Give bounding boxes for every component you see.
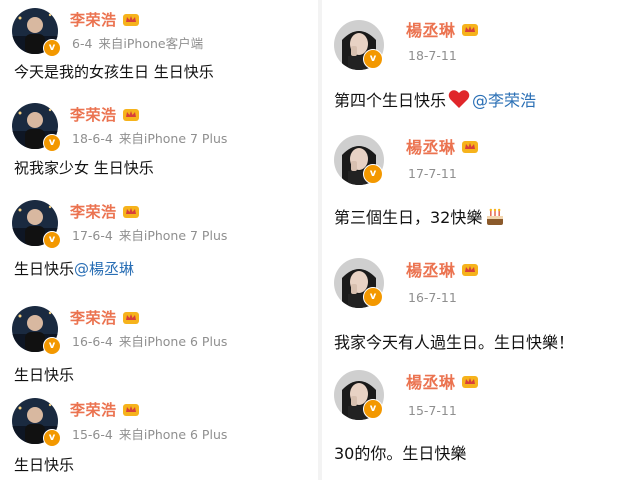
username[interactable]: 楊丞琳 [406, 17, 456, 41]
username[interactable]: 李荣浩 [70, 201, 117, 222]
post-text: 生日快乐 [14, 260, 75, 278]
verified-badge-icon: v [43, 39, 61, 57]
post-source: 来自iPhone 7 Plus [118, 228, 228, 243]
right-column-feed: v 楊丞琳 18-7-11 第四个生日快乐 @李荣浩 v 楊丞琳 17-7-11… [322, 0, 640, 480]
post-text: 生日快乐 [14, 366, 75, 384]
post-content: 生日快乐 [14, 454, 74, 475]
name-row: 李荣浩 [70, 306, 140, 328]
post-meta: 17-7-11 [408, 166, 463, 181]
avatar[interactable]: v [334, 20, 384, 70]
birthday-cake-icon [487, 208, 504, 225]
verified-badge-icon: v [363, 164, 383, 184]
post-date: 18-6-4 [72, 131, 113, 146]
avatar[interactable]: v [12, 200, 61, 249]
post-meta: 18-6-4 来自iPhone 7 Plus [72, 128, 227, 147]
crown-icon [122, 312, 139, 324]
name-row: 楊丞琳 [406, 370, 479, 392]
post-source: 来自iPhone 6 Plus [118, 427, 228, 442]
crown-icon [461, 141, 478, 153]
crown-icon [461, 24, 478, 36]
post-date: 16-7-11 [408, 290, 457, 305]
mention-link[interactable]: @李荣浩 [472, 87, 536, 111]
crown-icon [461, 264, 478, 276]
verified-badge-icon: v [363, 49, 383, 69]
username[interactable]: 李荣浩 [70, 307, 117, 328]
name-row: 李荣浩 [70, 200, 140, 222]
post-date: 18-7-11 [408, 48, 457, 63]
post-content: 祝我家少女 生日快乐 [14, 157, 154, 178]
post-content: 今天是我的女孩生日 生日快乐 [14, 61, 214, 82]
avatar[interactable]: v [12, 103, 61, 152]
avatar[interactable]: v [12, 306, 61, 355]
crown-icon [122, 14, 139, 26]
post-text: 今天是我的女孩生日 生日快乐 [14, 63, 214, 81]
post-date: 6-4 [72, 36, 93, 51]
crown-icon [461, 376, 478, 388]
post-source: 来自iPhone 7 Plus [118, 131, 228, 146]
crown-icon [122, 109, 139, 121]
name-row: 李荣浩 [70, 398, 140, 420]
avatar[interactable]: v [334, 370, 384, 420]
mention-link[interactable]: @楊丞琳 [74, 258, 134, 279]
post-text: 我家今天有人過生日。生日快樂！ [334, 333, 575, 352]
verified-badge-icon: v [43, 429, 61, 447]
weibo-birthday-posts-collage: v 李荣浩 6-4 来自iPhone客户端 今天是我的女孩生日 生日快乐 v 李… [0, 0, 640, 480]
post-meta: 17-6-4 来自iPhone 7 Plus [72, 225, 227, 244]
avatar[interactable]: v [334, 135, 384, 185]
username[interactable]: 楊丞琳 [406, 369, 456, 393]
crown-icon [122, 404, 139, 416]
name-row: 李荣浩 [70, 8, 140, 30]
avatar[interactable]: v [334, 258, 384, 308]
username[interactable]: 楊丞琳 [406, 134, 456, 158]
post-date: 15-7-11 [408, 403, 457, 418]
post-content: 生日快乐 @楊丞琳 [14, 258, 134, 279]
verified-badge-icon: v [363, 399, 383, 419]
post-meta: 15-6-4 来自iPhone 6 Plus [72, 424, 227, 443]
username[interactable]: 楊丞琳 [406, 257, 456, 281]
avatar[interactable]: v [12, 398, 61, 447]
heart-icon [448, 90, 470, 108]
post-content: 我家今天有人過生日。生日快樂！ [334, 329, 574, 353]
name-row: 楊丞琳 [406, 135, 479, 157]
post-meta: 16-7-11 [408, 290, 463, 305]
post-content: 第三個生日，32快樂 [334, 204, 505, 228]
verified-badge-icon: v [43, 337, 61, 355]
post-meta: 15-7-11 [408, 403, 463, 418]
verified-badge-icon: v [363, 287, 383, 307]
name-row: 楊丞琳 [406, 18, 479, 40]
username[interactable]: 李荣浩 [70, 104, 117, 125]
post-meta: 18-7-11 [408, 48, 463, 63]
verified-badge-icon: v [43, 231, 61, 249]
post-date: 17-6-4 [72, 228, 113, 243]
post-content: 第四个生日快乐 @李荣浩 [334, 87, 536, 111]
post-text: 30的你。生日快樂 [334, 444, 467, 463]
username[interactable]: 李荣浩 [70, 9, 117, 30]
name-row: 楊丞琳 [406, 258, 479, 280]
crown-icon [122, 206, 139, 218]
post-meta: 6-4 来自iPhone客户端 [72, 33, 203, 52]
post-content: 30的你。生日快樂 [334, 440, 466, 464]
post-text: 第四个生日快乐 [334, 91, 447, 110]
post-date: 15-6-4 [72, 427, 113, 442]
avatar[interactable]: v [12, 8, 61, 57]
post-source: 来自iPhone客户端 [98, 36, 204, 51]
verified-badge-icon: v [43, 134, 61, 152]
post-text: 祝我家少女 生日快乐 [14, 159, 154, 177]
post-content: 生日快乐 [14, 364, 74, 385]
post-meta: 16-6-4 来自iPhone 6 Plus [72, 331, 227, 350]
post-text: 第三個生日，32快樂 [334, 208, 483, 227]
post-date: 17-7-11 [408, 166, 457, 181]
username[interactable]: 李荣浩 [70, 399, 117, 420]
name-row: 李荣浩 [70, 103, 140, 125]
left-column-feed: v 李荣浩 6-4 来自iPhone客户端 今天是我的女孩生日 生日快乐 v 李… [0, 0, 318, 480]
post-text: 生日快乐 [14, 456, 75, 474]
post-date: 16-6-4 [72, 334, 113, 349]
post-source: 来自iPhone 6 Plus [118, 334, 228, 349]
